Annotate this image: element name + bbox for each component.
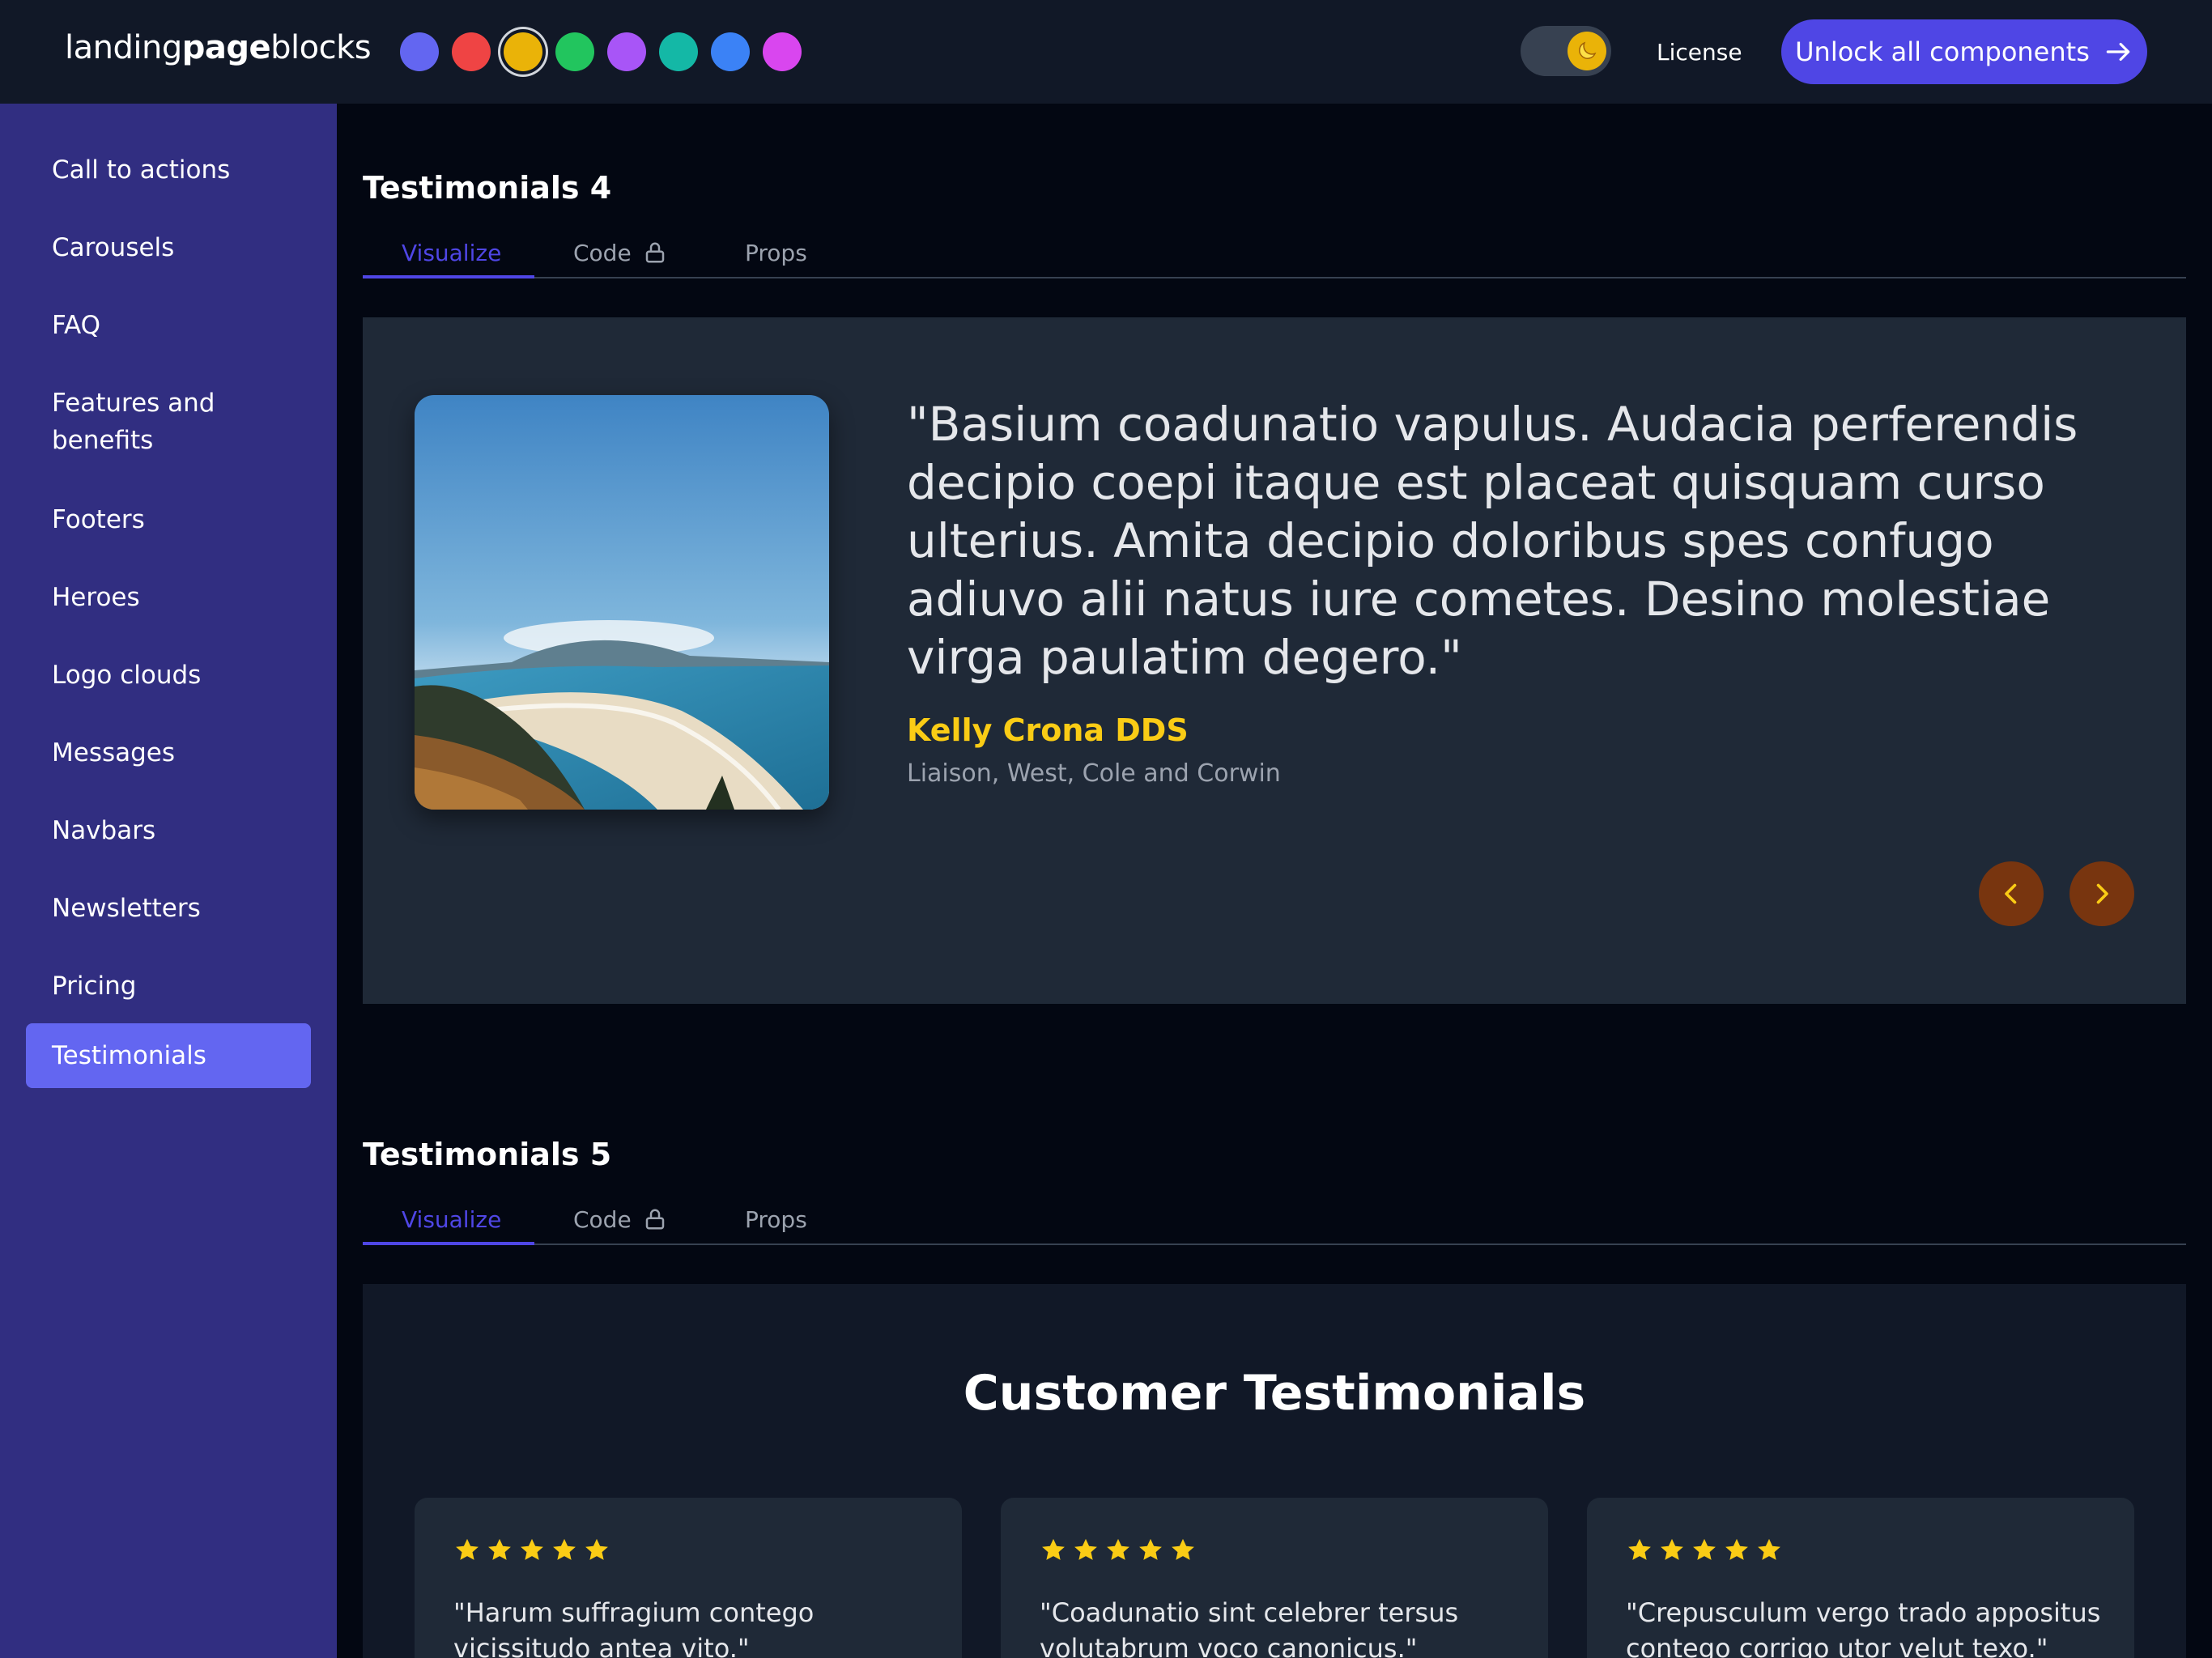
tab-props[interactable]: Props [745,1193,807,1245]
star-icon [488,1538,511,1560]
coastal-landscape-image [415,395,829,810]
tab-props[interactable]: Props [745,227,807,278]
sidebar-item-heroes[interactable]: Heroes [26,565,311,630]
unlock-all-components-button[interactable]: Unlock all components [1781,19,2147,84]
chevron-right-icon [2096,883,2108,904]
unlock-button-label: Unlock all components [1795,36,2090,67]
arrow-right-icon [2106,42,2130,62]
color-swatch-teal[interactable] [659,32,698,71]
chevron-left-icon [2005,883,2017,904]
section-title-testimonials-5: Testimonials 5 [363,1137,612,1172]
sidebar-item-logo-clouds[interactable]: Logo clouds [26,643,311,708]
testimonial-4-preview: "Basium coadunatio vapulus. Audacia perf… [363,317,2186,1004]
customer-testimonials-heading: Customer Testimonials [963,1365,1586,1422]
sidebar-item-call-to-actions[interactable]: Call to actions [26,138,311,202]
color-swatch-yellow[interactable] [504,32,542,71]
color-swatches [400,32,802,71]
star-icon [1725,1538,1748,1560]
testimonial-quote: "Basium coadunatio vapulus. Audacia perf… [907,397,2078,685]
license-link[interactable]: License [1657,39,1742,66]
lock-icon [645,1209,664,1230]
sidebar-item-testimonials[interactable]: Testimonials [26,1023,311,1088]
testimonial-author-name: Kelly Crona DDS [907,712,1189,748]
star-icon [1758,1538,1780,1560]
color-swatch-blue[interactable] [711,32,750,71]
toggle-knob [1568,32,1606,70]
active-tab-indicator [363,1242,534,1245]
sidebar-item-newsletters[interactable]: Newsletters [26,876,311,941]
star-icon [553,1538,576,1560]
sidebar-item-navbars[interactable]: Navbars [26,798,311,863]
tab-visualize[interactable]: Visualize [402,1193,501,1245]
sidebar-item-features-and-benefits[interactable]: Features and benefits [26,371,269,473]
tab-visualize[interactable]: Visualize [402,227,501,278]
sidebar-item-faq[interactable]: FAQ [26,293,311,358]
star-icon [1172,1538,1194,1560]
testimonial-author-role: Liaison, West, Cole and Corwin [907,759,1281,788]
color-swatch-green[interactable] [555,32,594,71]
star-icon [1661,1538,1683,1560]
color-swatch-fuchsia[interactable] [763,32,802,71]
theme-toggle[interactable] [1521,26,1611,76]
sidebar-item-pricing[interactable]: Pricing [26,954,311,1018]
sidebar-item-carousels[interactable]: Carousels [26,215,311,280]
star-icon [456,1538,479,1560]
tabs-testimonials-4: Visualize Code Props [363,227,2186,278]
logo[interactable]: landingpageblocks [65,29,372,66]
star-icon [1628,1538,1651,1560]
star-icon [1139,1538,1162,1560]
sidebar: Call to actions Carousels FAQ Features a… [0,104,337,1658]
active-tab-indicator [363,275,534,278]
sidebar-item-footers[interactable]: Footers [26,487,311,552]
testimonial-card: "Harum suffragium contego vicissitudo an… [415,1498,962,1658]
star-icon [1042,1538,1065,1560]
testimonial-card-quote: "Coadunatio sint celebrer tersus volutab… [1040,1597,1459,1658]
tab-code[interactable]: Code [573,1193,667,1245]
star-rating [453,1537,610,1564]
tabs-testimonials-5: Visualize Code Props [363,1193,2186,1245]
lock-icon [645,242,664,263]
star-icon [585,1538,608,1560]
color-swatch-red[interactable] [452,32,491,71]
color-swatch-indigo[interactable] [400,32,439,71]
star-rating [1040,1537,1197,1564]
testimonial-card-quote: "Harum suffragium contego vicissitudo an… [453,1597,815,1658]
top-header: landingpageblocks License Unlock all com… [0,0,2212,104]
star-icon [1107,1538,1129,1560]
star-rating [1626,1537,1783,1564]
tab-code[interactable]: Code [573,227,667,278]
carousel-previous-button[interactable] [1979,861,2044,926]
section-title-testimonials-4: Testimonials 4 [363,170,612,206]
moon-icon [1579,41,1597,59]
sidebar-item-messages[interactable]: Messages [26,721,311,785]
testimonial-card-quote: "Crepusculum vergo trado appositus conte… [1626,1597,2101,1658]
star-icon [1074,1538,1097,1560]
carousel-next-button[interactable] [2069,861,2134,926]
star-icon [1693,1538,1716,1560]
testimonial-card: "Coadunatio sint celebrer tersus volutab… [1001,1498,1548,1658]
star-icon [521,1538,543,1560]
color-swatch-purple[interactable] [607,32,646,71]
testimonial-photo [415,395,829,810]
testimonial-5-preview: Customer Testimonials "Harum suffragium … [363,1284,2186,1658]
testimonial-card: "Crepusculum vergo trado appositus conte… [1587,1498,2134,1658]
